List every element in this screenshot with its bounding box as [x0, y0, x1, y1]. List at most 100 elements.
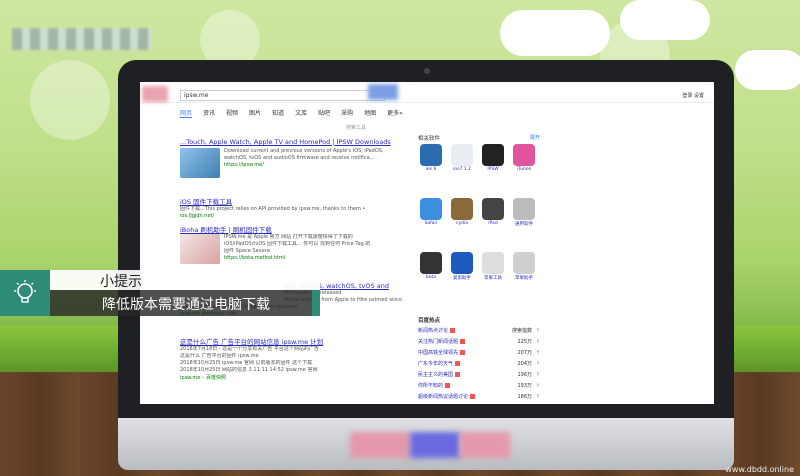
- app-icon[interactable]: [482, 144, 504, 166]
- app-icon[interactable]: [420, 198, 442, 220]
- result-title[interactable]: iBoha 刷机助手 | 刷机固件下载: [180, 224, 402, 234]
- app-tile[interactable]: 通用软件: [511, 198, 537, 227]
- app-icon[interactable]: [451, 198, 473, 220]
- hot-topic-item[interactable]: 民主主义的美国 196万 ↑: [418, 370, 540, 381]
- tip-title: 小提示: [100, 274, 142, 290]
- app-label[interactable]: iPad: [480, 221, 506, 226]
- tab-web[interactable]: 网页: [180, 108, 193, 118]
- app-label[interactable]: beta: [418, 275, 444, 280]
- hot-badge-icon: [455, 372, 461, 377]
- result-thumbnail[interactable]: [180, 148, 220, 178]
- blurred-logo: [12, 28, 152, 50]
- app-icon[interactable]: [482, 198, 504, 220]
- search-tools[interactable]: 搜索工具: [346, 124, 366, 131]
- app-label[interactable]: ios7 1.2: [449, 167, 475, 172]
- result-title[interactable]: iOS 固件下载工具: [180, 196, 402, 206]
- watermark: www.dbdd.online: [725, 465, 794, 474]
- expand-link[interactable]: 展开: [530, 134, 540, 141]
- result-thumbnail[interactable]: [180, 234, 220, 264]
- app-tile[interactable]: iTunes: [511, 144, 537, 172]
- tab-video[interactable]: 视频: [226, 108, 238, 118]
- hot-badge-icon: [460, 350, 466, 355]
- app-tile[interactable]: Safari: [418, 198, 444, 226]
- tab-more[interactable]: 更多»: [387, 108, 403, 118]
- app-icon[interactable]: [513, 252, 535, 274]
- hot-topic-item[interactable]: 新闻热点讨论 搜索指数 ↑: [418, 326, 540, 337]
- related-software-heading: 相关软件: [418, 136, 441, 142]
- tip-title-bar: [50, 270, 320, 290]
- app-icon[interactable]: [420, 252, 442, 274]
- app-icon[interactable]: [482, 252, 504, 274]
- trend-up-icon: ↑: [535, 394, 540, 400]
- app-icon[interactable]: [451, 144, 473, 166]
- hot-topic-item[interactable]: 超级新闻热议话题讨论 186万 ↑: [418, 392, 540, 403]
- app-label[interactable]: 苹果工具: [480, 275, 506, 281]
- hot-topic-text[interactable]: 关注热门新闻话题: [418, 339, 458, 345]
- search-input[interactable]: ipsw.me: [180, 90, 385, 101]
- result-title[interactable]: ...Touch, Apple Watch, Apple TV and Home…: [180, 138, 402, 146]
- app-tile[interactable]: ios 6: [418, 144, 444, 172]
- hot-topic-text[interactable]: 新闻热点讨论: [418, 328, 448, 334]
- hot-topic-item[interactable]: 广东今年的天气 204万 ↑: [418, 359, 540, 370]
- hot-topic-text[interactable]: 中国高铁全球领先: [418, 350, 458, 356]
- blurred-logo: [142, 86, 168, 102]
- result-title[interactable]: 这是什么广告 广告平台的网站信息 ipsw.me 计划: [180, 336, 402, 346]
- background-cloud: [620, 0, 710, 40]
- header-links[interactable]: 登录 设置: [682, 92, 704, 99]
- hot-topic-item[interactable]: 你所不知的 193万 ↑: [418, 381, 540, 392]
- app-label[interactable]: IPSW: [480, 167, 506, 172]
- blurred-chin-logo: [350, 432, 410, 458]
- app-tile[interactable]: ios7 1.2: [449, 144, 475, 172]
- app-tile[interactable]: beta: [418, 252, 444, 280]
- browser-topbar: ipsw.me 登录 设置: [140, 82, 714, 103]
- hot-topic-item[interactable]: 中国高铁全球领先 207万 ↑: [418, 348, 540, 359]
- result-item: 这是什么广告 广告平台的网站信息 ipsw.me 计划 2018年7月18日 -…: [180, 336, 402, 381]
- tab-map[interactable]: 地图: [364, 108, 376, 118]
- app-tile[interactable]: 苹果工具: [480, 252, 506, 281]
- camera-icon: [424, 68, 430, 74]
- tab-images[interactable]: 图片: [249, 108, 261, 118]
- tab-news[interactable]: 资讯: [203, 108, 215, 118]
- app-label[interactable]: 爱思助手: [449, 275, 475, 281]
- app-tile[interactable]: cydia: [449, 198, 475, 226]
- hot-topics-panel: 百度热点 新闻热点讨论 搜索指数 ↑ 关注热门新闻话题 225万 ↑ 中国高铁全球领先 207…: [418, 316, 540, 403]
- result-url[interactable]: ipsw.me – 百度快照: [180, 374, 402, 381]
- result-item: iBoha 刷机助手 | 刷机固件下载 IPSW.me 是 Apple 官方 网…: [180, 224, 402, 264]
- hot-topic-item[interactable]: 关注热门新闻话题 225万 ↑: [418, 337, 540, 348]
- result-url[interactable]: https://ipsw.me/: [224, 162, 402, 168]
- hot-topic-count: 搜索指数: [511, 328, 532, 334]
- hot-topic-text[interactable]: 超级新闻热议话题讨论: [418, 394, 468, 400]
- hot-topic-text[interactable]: 你所不知的: [418, 383, 443, 389]
- tab-shopping[interactable]: 采购: [341, 108, 353, 118]
- app-label[interactable]: 苹果助手: [511, 275, 537, 281]
- app-tile[interactable]: iPad: [480, 198, 506, 226]
- app-tile[interactable]: 爱思助手: [449, 252, 475, 281]
- hot-topic-text[interactable]: 广东今年的天气: [418, 361, 453, 367]
- trend-up-icon: ↑: [535, 328, 540, 334]
- result-snippet: 2018年10月25日 网站的信息 3 11-11 14:52 ipsw.me …: [180, 367, 318, 373]
- background-cloud: [500, 10, 610, 56]
- app-tile[interactable]: 苹果助手: [511, 252, 537, 281]
- hot-topic-text[interactable]: 民主主义的美国: [418, 372, 453, 378]
- app-icon[interactable]: [420, 144, 442, 166]
- trend-up-icon: ↑: [535, 372, 540, 378]
- app-icon[interactable]: [513, 198, 535, 220]
- app-label[interactable]: cydia: [449, 221, 475, 226]
- tab-wenku[interactable]: 文库: [295, 108, 307, 118]
- app-label[interactable]: ios 6: [418, 167, 444, 172]
- app-label[interactable]: 通用软件: [511, 221, 537, 227]
- app-label[interactable]: iTunes: [511, 167, 537, 172]
- app-tile[interactable]: IPSW: [480, 144, 506, 172]
- result-url[interactable]: ios.fjgjdn.net/: [180, 213, 402, 219]
- app-icon[interactable]: [513, 144, 535, 166]
- tip-text: 降低版本需要通过电脑下载: [102, 297, 270, 313]
- tip-icon-box: [0, 270, 50, 316]
- result-url[interactable]: https://bota.mefind.html: [224, 255, 402, 261]
- blurred-search-button[interactable]: [368, 84, 398, 100]
- result-item: iOS 固件下载工具 固件下载...This project relies on…: [180, 196, 402, 219]
- tab-zhidao[interactable]: 知道: [272, 108, 284, 118]
- app-icon[interactable]: [451, 252, 473, 274]
- hot-topic-count: 193万: [517, 383, 532, 389]
- tab-tieba[interactable]: 贴吧: [318, 108, 330, 118]
- app-label[interactable]: Safari: [418, 221, 444, 226]
